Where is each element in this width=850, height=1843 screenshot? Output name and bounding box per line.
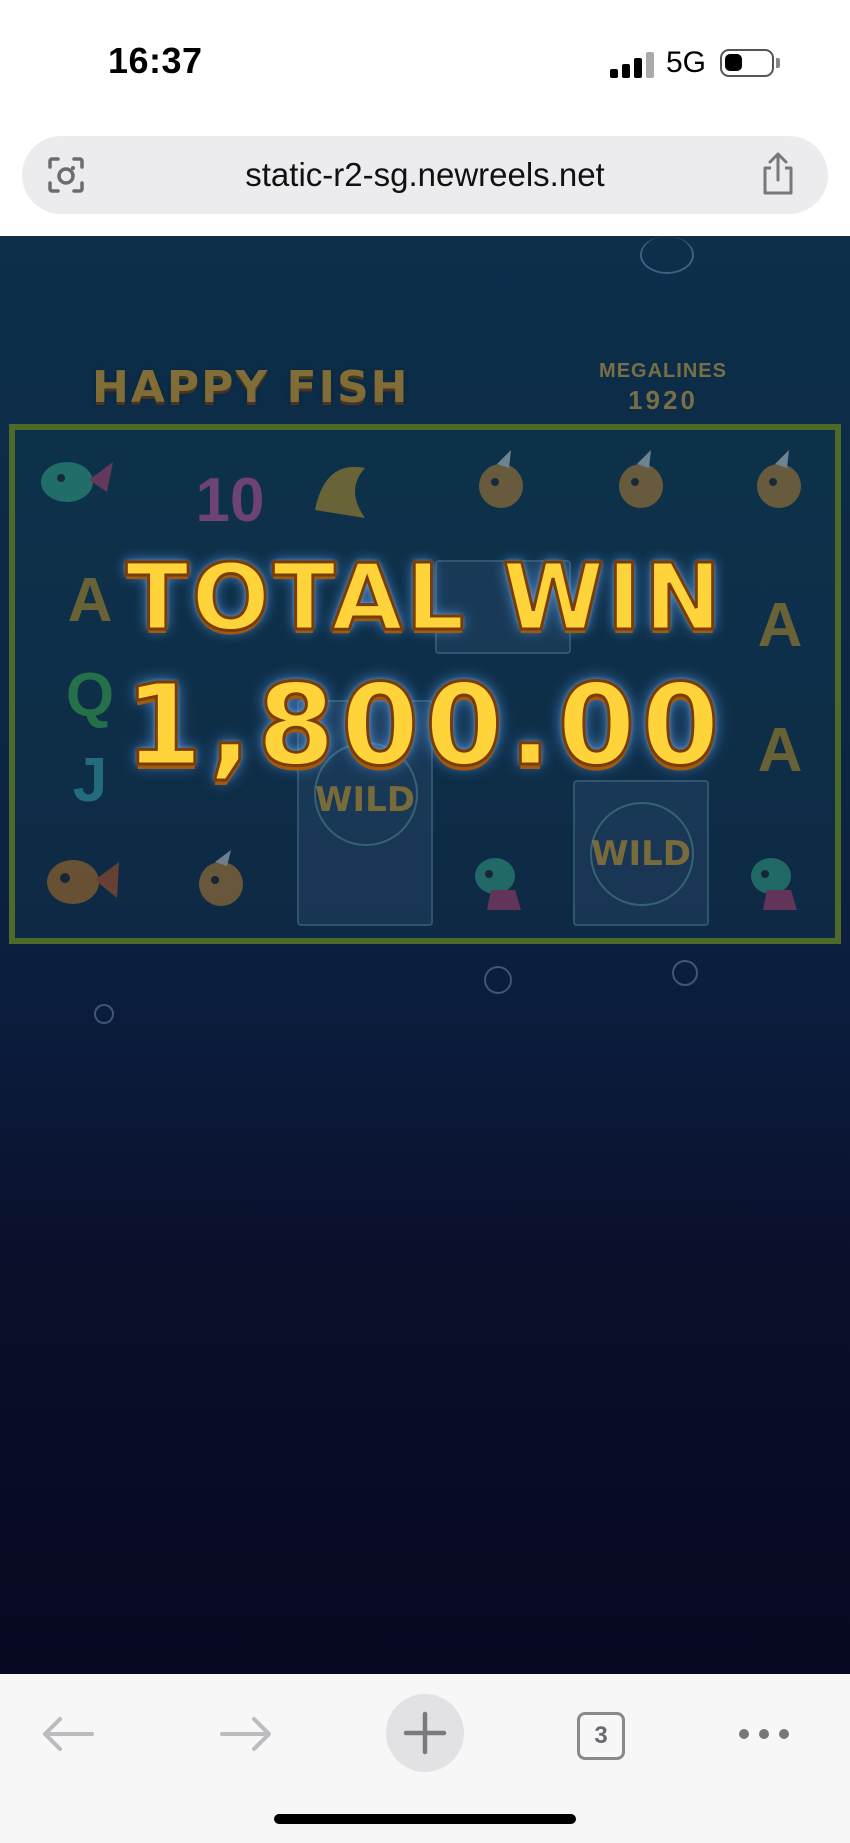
bubble: [94, 1004, 114, 1024]
game-title: HAPPY FISH: [92, 362, 410, 413]
fish-symbol: [461, 450, 541, 510]
plus-icon: [403, 1711, 447, 1755]
wild-reel: WILD: [573, 780, 709, 926]
tabs-button[interactable]: 3: [577, 1712, 625, 1760]
bubble: [484, 966, 512, 994]
total-win-amount: 1,800.00: [123, 660, 726, 793]
status-time: 16:37: [108, 40, 203, 81]
share-icon[interactable]: [758, 152, 798, 196]
battery-tip: [776, 58, 780, 68]
signal-bars-icon: [610, 52, 656, 78]
forward-button[interactable]: [206, 1694, 286, 1774]
arrow-left-icon: [43, 1717, 94, 1751]
arrow-right-icon: [220, 1717, 271, 1751]
battery-icon: [720, 49, 774, 77]
back-button[interactable]: [28, 1694, 108, 1774]
fish-symbol: [41, 850, 121, 910]
new-tab-button[interactable]: [386, 1694, 464, 1772]
megalines-badge: MEGALINES 1920: [588, 360, 738, 416]
fish-symbol: [185, 850, 265, 910]
url-text[interactable]: static-r2-sg.newreels.net: [22, 156, 828, 194]
bubble: [640, 236, 694, 274]
total-win-title: TOTAL WIN: [124, 543, 725, 653]
address-bar[interactable]: static-r2-sg.newreels.net: [22, 136, 828, 214]
megalines-value: 1920: [628, 385, 698, 415]
symbol-10: 10: [195, 465, 265, 535]
fish-symbol: [739, 450, 819, 510]
bubble: [672, 960, 698, 986]
megalines-label: MEGALINES: [599, 360, 727, 382]
total-win-overlay: TOTAL WIN 1,800.00: [0, 543, 850, 793]
more-dots-icon: [739, 1729, 789, 1739]
fish-symbol: [737, 850, 817, 910]
network-label: 5G: [666, 46, 707, 79]
fish-symbol: [601, 450, 681, 510]
fish-symbol: [461, 850, 541, 910]
game-canvas[interactable]: HAPPY FISH MEGALINES 1920 A Q J 10 WILD: [0, 236, 850, 1674]
fish-symbol: [305, 460, 385, 520]
wild-label: WILD: [590, 834, 692, 874]
home-indicator[interactable]: [274, 1814, 576, 1824]
status-bar: 16:37 5G: [0, 0, 850, 120]
fish-symbol: [35, 450, 115, 510]
more-menu-button[interactable]: [724, 1694, 804, 1774]
